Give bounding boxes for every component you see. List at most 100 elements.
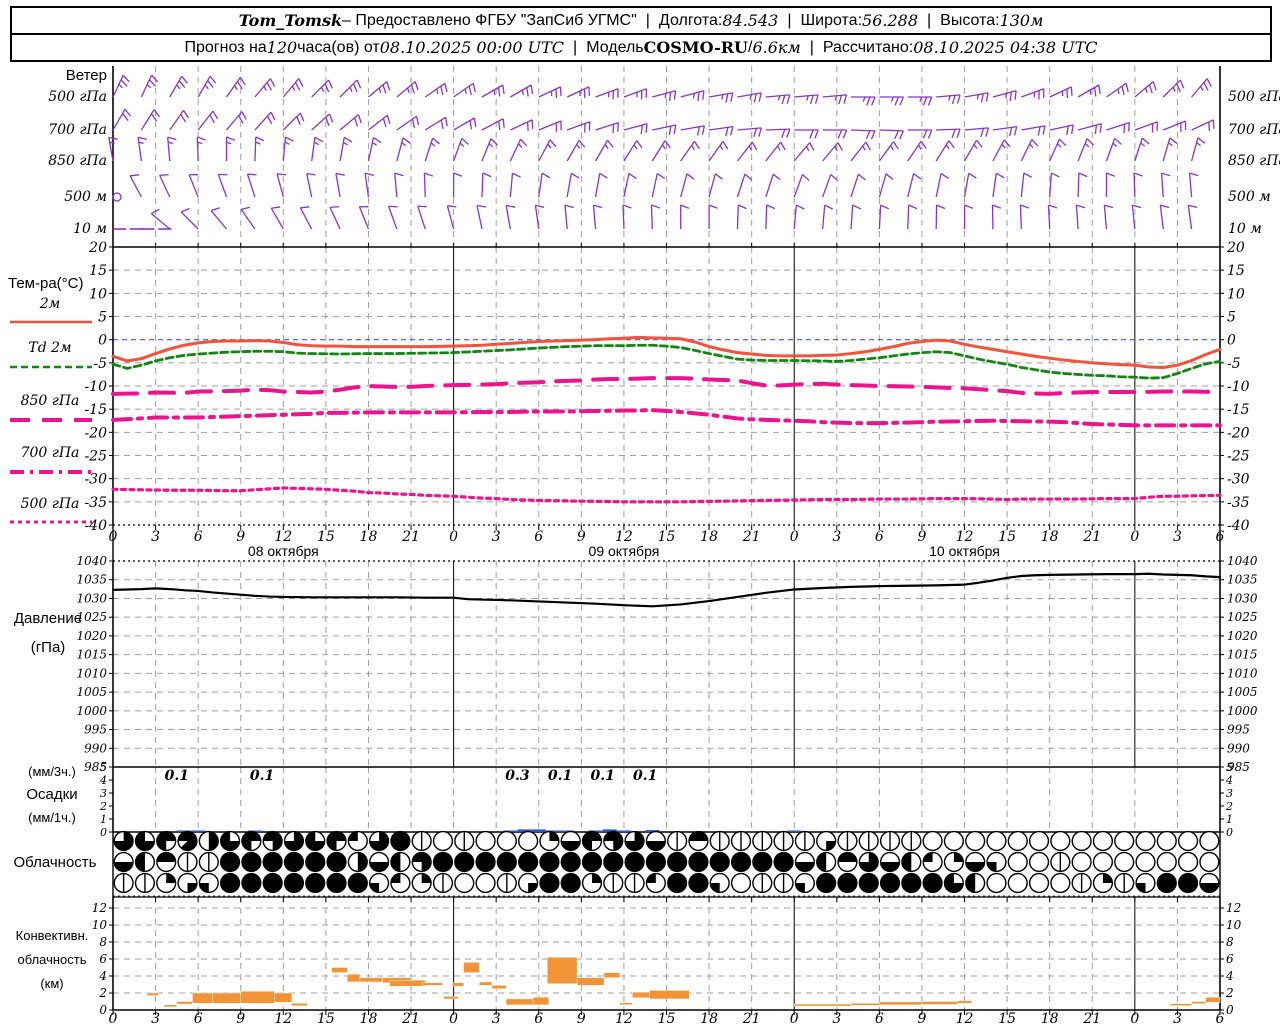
hour-tick-label: 15 [658, 529, 676, 545]
cloud-okta-symbol [1156, 851, 1177, 873]
header1-part: Высота: [940, 11, 1000, 29]
cloud-okta-symbol [305, 872, 326, 894]
pressure-ytick-left: 1005 [76, 685, 107, 699]
header1-part: Tom_Tomsk [238, 11, 343, 30]
cloud-okta-fill [357, 852, 368, 872]
header1-part: | [927, 11, 932, 29]
cloud-okta-symbol [1050, 830, 1071, 852]
hour-tick-label: 9 [236, 529, 245, 545]
temp-ytick-right: -40 [1227, 518, 1250, 534]
wind-level-label-left: 500 гПа [48, 89, 107, 105]
header-box: Tom_Tomsk – Предоставлено ФГБУ "ЗапСиб У… [10, 6, 1272, 62]
precip-ytick-left: 0 [100, 826, 107, 839]
precip-ytick-right: 1 [1226, 813, 1233, 826]
precip-units-1h: (мм/1ч.) [28, 810, 76, 825]
cloud-okta-fill [689, 831, 708, 841]
header1-part: Долгота: [658, 11, 723, 29]
convective-cloud-box [957, 1000, 972, 1004]
convective-cloud-box [240, 991, 275, 1004]
hour-tick-label: 21 [401, 529, 420, 545]
temp-ytick-left: -40 [84, 518, 107, 534]
pressure-ytick-left: 1040 [76, 554, 107, 568]
header2-part: | [809, 38, 814, 56]
cloud-okta-fill [838, 852, 857, 862]
cloud-okta-symbol [475, 830, 496, 852]
conv-ytick-right: 6 [1226, 952, 1234, 966]
cloud-okta-symbol [432, 830, 454, 852]
convective-cloud-box [359, 977, 383, 983]
wind-level-label-right: 500 гПа [1228, 89, 1280, 105]
temp-ytick-right: -5 [1227, 356, 1241, 372]
cloud-okta-symbol [1199, 830, 1220, 852]
panel-wind [108, 74, 1215, 230]
cloud-okta-fill [880, 862, 900, 872]
hour-tick-label: 15 [317, 529, 335, 545]
pressure-ytick-left: 1010 [76, 666, 107, 680]
temp-panel-title: Тем-ра(°C) [8, 275, 83, 292]
pressure-ytick-right: 1020 [1227, 629, 1258, 643]
temp-ytick-left: 5 [98, 310, 107, 326]
hour-tick-label-bottom: 3 [492, 1011, 501, 1024]
hour-tick-label-bottom: 6 [534, 1011, 543, 1024]
convective-cloud-box [1205, 997, 1221, 1003]
cloud-okta-symbol [454, 872, 475, 894]
pressure-ytick-right: 990 [1227, 741, 1250, 755]
convective-cloud-box [451, 982, 464, 987]
temp-ytick-right: 0 [1227, 333, 1236, 349]
pressure-ytick-left: 1015 [76, 648, 107, 662]
cloud-okta-fill [561, 841, 581, 851]
conv-ytick-left: 8 [99, 935, 107, 949]
cloud-okta-symbol [1028, 830, 1050, 852]
hour-tick-label: 3 [832, 529, 841, 545]
temp-ytick-left: -30 [84, 472, 107, 488]
cloud-okta-symbol [1177, 830, 1199, 852]
convective-cloud-box [463, 962, 480, 973]
hour-tick-label-bottom: 15 [998, 1011, 1016, 1024]
panel-cloudiness [113, 830, 1220, 894]
convective-cloud-box [1170, 1003, 1192, 1006]
convective-cloud-box [192, 992, 213, 1004]
cloud-okta-symbol [283, 872, 305, 894]
hour-tick-label-bottom: 0 [449, 1011, 458, 1024]
cloud-okta-symbol [1135, 830, 1156, 852]
cloud-okta-fill [208, 831, 219, 851]
cloud-okta-fill [953, 852, 964, 862]
cloud-okta-symbol [432, 851, 454, 873]
hour-tick-label: 0 [109, 529, 118, 545]
cloud-okta-fill [348, 831, 358, 841]
cloud-okta-symbol [667, 851, 688, 873]
header2-part: 6.6км [752, 38, 801, 57]
header2-part: 08.10.2025 00:00 UTC [379, 38, 565, 57]
wind-level-label-right: 700 гПа [1228, 122, 1280, 138]
hour-tick-label: 0 [1130, 529, 1139, 545]
cloud-okta-symbol [454, 851, 475, 873]
hour-tick-label-bottom: 12 [956, 1011, 974, 1024]
convective-cloud-box [1191, 1001, 1207, 1004]
convective-cloud-box [532, 997, 549, 1006]
cloud-okta-symbol [837, 872, 858, 894]
precip-ytick-left: 2 [99, 800, 107, 813]
pressure-ytick-left: 1030 [76, 591, 107, 605]
cloud-okta-symbol [1050, 872, 1071, 894]
cloud-okta-symbol [1092, 851, 1114, 873]
cloud-okta-symbol [496, 830, 517, 852]
cloud-okta-symbol [603, 851, 624, 873]
header2-part: 08.10.2025 04:38 UTC [913, 38, 1098, 57]
hour-tick-label-bottom: 6 [1216, 1011, 1225, 1024]
conv-panel-title-2: облачность [17, 952, 86, 967]
convective-cloud-box [619, 1002, 633, 1005]
hour-tick-label: 18 [700, 529, 718, 545]
hour-tick-label: 15 [998, 529, 1016, 545]
hour-tick-label: 18 [360, 529, 378, 545]
cloud-okta-fill [528, 883, 538, 893]
wind-level-label-left: 700 гПа [48, 122, 107, 138]
cloud-okta-fill [114, 862, 134, 872]
pressure-panel-units: (гПа) [31, 639, 66, 656]
cloud-okta-fill [1136, 883, 1146, 893]
cloud-okta-fill [826, 841, 836, 851]
precip-3h-value: 0.3 [505, 768, 530, 784]
conv-ytick-left: 6 [99, 952, 107, 966]
header1-part: 130м [999, 11, 1044, 30]
calm-wind-icon [112, 192, 122, 202]
date-label: 09 октября [589, 543, 660, 559]
